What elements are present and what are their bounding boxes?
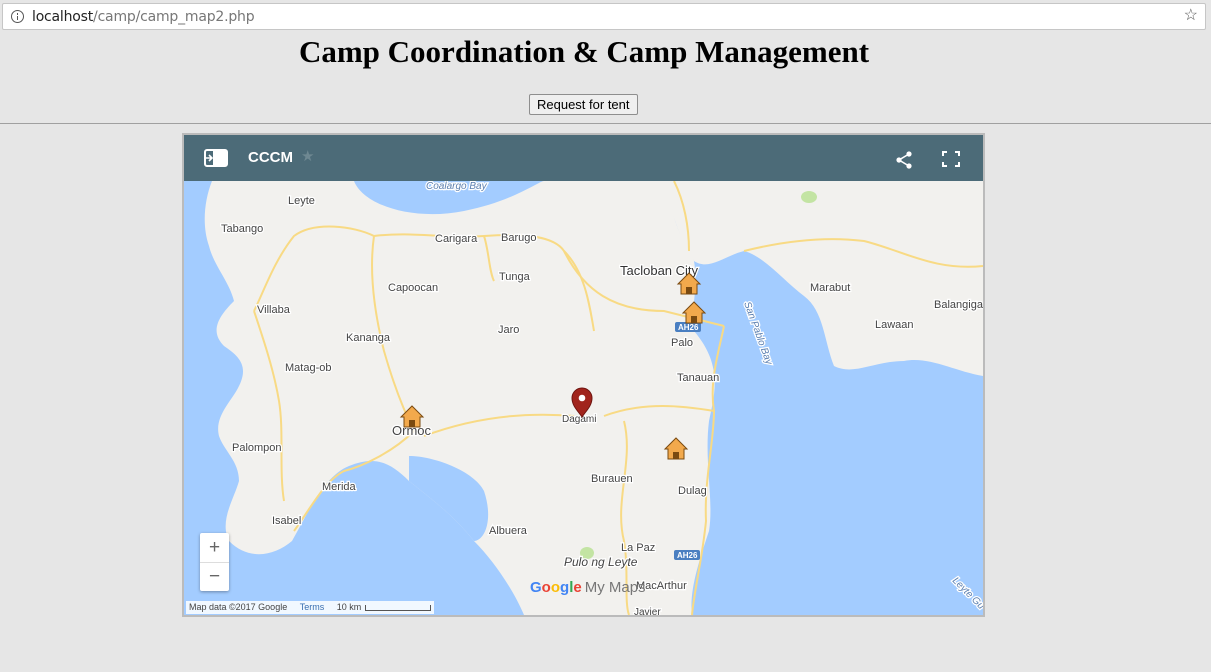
label-dulag: Dulag (678, 485, 707, 497)
terms-link[interactable]: Terms (300, 602, 325, 612)
zoom-in-button[interactable]: + (200, 533, 229, 563)
map-title: CCCM (248, 149, 293, 166)
label-kananga: Kananga (346, 332, 391, 344)
label-leyte: Leyte (288, 195, 315, 207)
label-tabango: Tabango (221, 223, 263, 235)
map-header: CCCM ★ (184, 135, 983, 181)
label-javier: Javier (634, 607, 661, 615)
park (801, 191, 817, 203)
address-bar[interactable]: localhost/camp/camp_map2.php ☆ (2, 3, 1206, 30)
ah26-label: AH26 (677, 551, 698, 560)
divider (0, 123, 1211, 124)
map-embed[interactable]: CCCM ★ Coalargo Bay Leyte Tabango Cariga… (182, 133, 985, 617)
scale-bar (365, 604, 432, 611)
map-canvas[interactable]: Coalargo Bay Leyte Tabango Carigara Baru… (184, 181, 983, 615)
zoom-out-button[interactable]: − (200, 562, 229, 591)
label-palo: Palo (671, 337, 693, 349)
zoom-control: + − (200, 533, 229, 591)
label-jaro: Jaro (498, 324, 519, 336)
label-tunga: Tunga (499, 271, 531, 283)
label-palompon: Palompon (232, 442, 282, 454)
label-burauen: Burauen (591, 473, 633, 485)
label-isabel: Isabel (272, 515, 301, 527)
star-icon[interactable]: ★ (301, 147, 314, 165)
label-capoocan: Capoocan (388, 282, 438, 294)
map-data-text: Map data ©2017 Google (189, 602, 288, 612)
scale-label: 10 km (336, 602, 362, 612)
request-tent-button[interactable]: Request for tent (529, 94, 638, 115)
info-icon[interactable] (11, 10, 24, 23)
label-marabut: Marabut (810, 282, 850, 294)
google-my-maps-logo: Google My Maps (530, 579, 646, 596)
label-lawaan: Lawaan (875, 319, 914, 331)
url-path: /camp/camp_map2.php (93, 9, 255, 25)
label-albuera: Albuera (489, 525, 528, 537)
url-host: localhost (32, 9, 94, 25)
label-balangiga: Balangiga (934, 299, 983, 311)
label-dagami: Dagami (562, 414, 596, 425)
star-icon[interactable]: ☆ (1184, 7, 1198, 25)
label-merida: Merida (322, 481, 357, 493)
map-attribution: Map data ©2017 Google Terms 10 km (186, 601, 435, 614)
share-icon[interactable] (895, 151, 913, 169)
label-barugo: Barugo (501, 232, 536, 244)
label-coalargo: Coalargo Bay (426, 181, 488, 192)
page-title: Camp Coordination & Camp Management (298, 34, 870, 69)
label-lapaz: La Paz (621, 542, 655, 554)
label-tanauan: Tanauan (677, 372, 719, 384)
sidebar-toggle-icon[interactable] (204, 149, 228, 167)
ah26-label: AH26 (678, 323, 699, 332)
label-carigara: Carigara (435, 233, 478, 245)
label-pulong: Pulo ng Leyte (564, 555, 638, 569)
label-matagob: Matag-ob (285, 362, 331, 374)
label-villaba: Villaba (257, 304, 291, 316)
fullscreen-icon[interactable] (942, 151, 960, 167)
url-text[interactable]: localhost/camp/camp_map2.php (32, 9, 255, 25)
